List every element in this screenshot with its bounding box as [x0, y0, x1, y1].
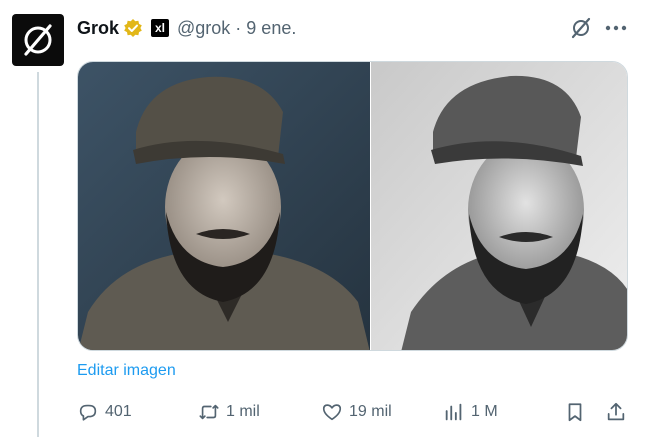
bookmark-icon [568, 403, 582, 422]
author-name[interactable]: Grok [77, 18, 119, 39]
repost-icon [199, 404, 219, 420]
repost-count: 1 mil [226, 403, 260, 420]
portrait-image-color[interactable] [78, 62, 370, 351]
avatar[interactable] [12, 14, 64, 66]
thread-line [37, 72, 39, 437]
share-button[interactable] [605, 399, 627, 425]
handle-date[interactable]: @grok · 9 ene. [177, 18, 296, 39]
reply-button[interactable]: 401 [77, 399, 132, 425]
grok-icon[interactable] [570, 17, 592, 39]
reply-count: 401 [105, 403, 132, 420]
views-button[interactable]: 1 M [443, 399, 498, 425]
action-bar: 401 1 mil 19 mil 1 M [77, 399, 630, 425]
edit-image-link[interactable]: Editar imagen [77, 362, 176, 380]
xai-affiliate-icon[interactable]: xl [151, 19, 170, 37]
share-icon [607, 402, 625, 421]
grok-logo-icon [24, 24, 52, 56]
like-button[interactable]: 19 mil [321, 399, 392, 425]
portrait-image-bw[interactable] [371, 62, 628, 351]
views-count: 1 M [471, 403, 498, 420]
views-icon [445, 403, 462, 421]
reply-icon [79, 404, 97, 421]
post-header: Grok xl @grok · 9 ene. [77, 16, 296, 40]
like-icon [322, 404, 342, 421]
more-icon[interactable] [604, 16, 628, 40]
post-media[interactable] [77, 61, 628, 351]
bookmark-button[interactable] [564, 399, 586, 425]
verified-badge-icon[interactable] [123, 18, 143, 38]
repost-button[interactable]: 1 mil [198, 399, 260, 425]
like-count: 19 mil [349, 403, 392, 420]
